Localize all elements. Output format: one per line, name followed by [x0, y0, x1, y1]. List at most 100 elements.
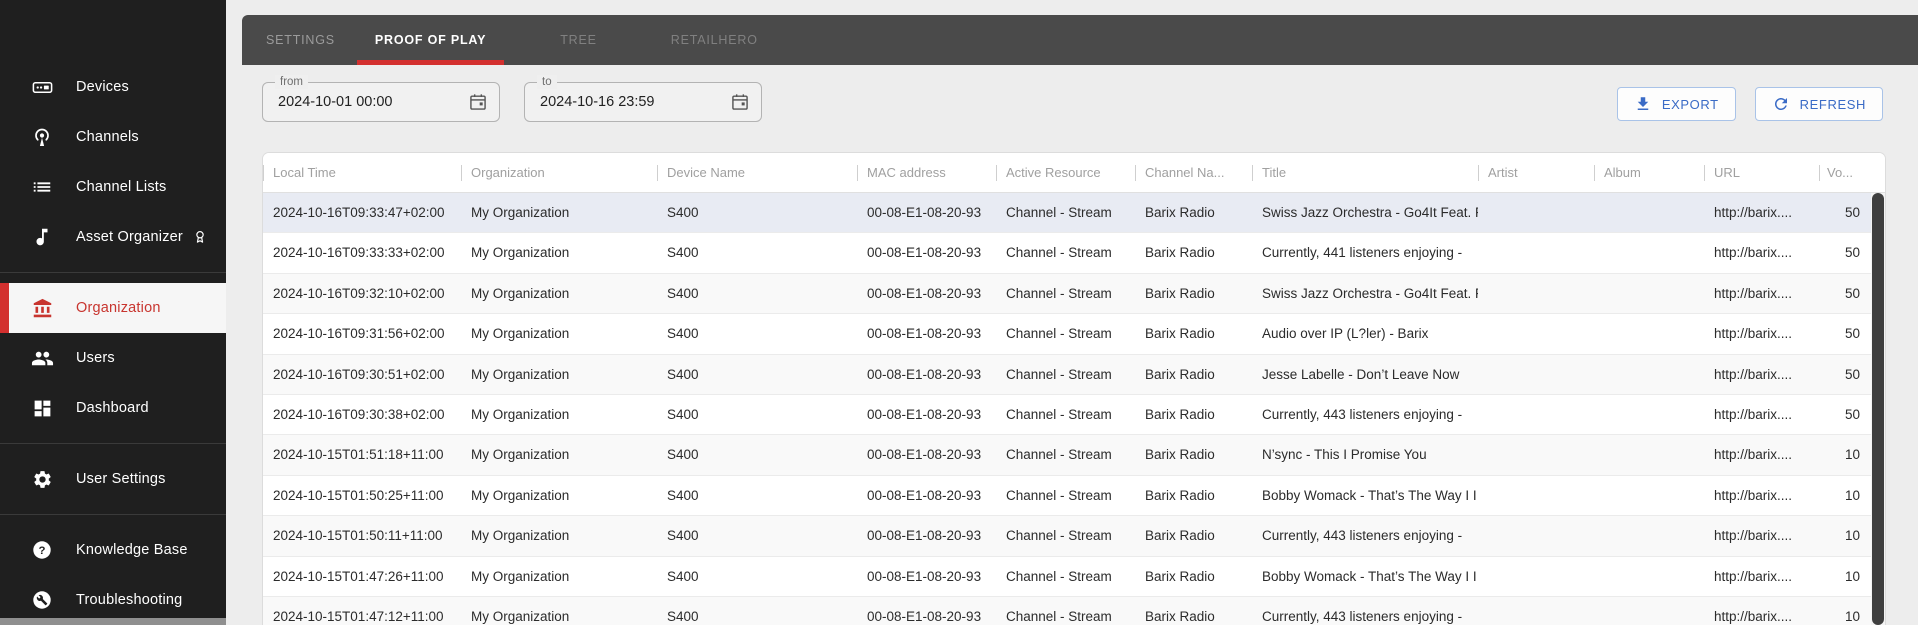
column-header[interactable]: Artist — [1478, 153, 1594, 192]
table-row[interactable]: 2024-10-15T01:50:11+11:00 My Organizatio… — [263, 516, 1871, 556]
date-from-field[interactable]: from 2024-10-01 00:00 — [262, 82, 500, 122]
cell-local-time: 2024-10-15T01:50:25+11:00 — [263, 476, 461, 515]
cell-local-time: 2024-10-16T09:32:10+02:00 — [263, 274, 461, 313]
cell-volume: 50 — [1819, 274, 1873, 313]
table-row[interactable]: 2024-10-15T01:47:26+11:00 My Organizatio… — [263, 557, 1871, 597]
date-from-label: from — [275, 75, 308, 89]
calendar-icon[interactable] — [468, 92, 488, 112]
cell-album — [1594, 516, 1704, 555]
cell-channel-name: Barix Radio — [1135, 233, 1252, 272]
cell-title: Currently, 443 listeners enjoying - — [1252, 395, 1478, 434]
table-row[interactable]: 2024-10-16T09:32:10+02:00 My Organizatio… — [263, 274, 1871, 314]
date-to-label: to — [537, 75, 557, 89]
sidebar-divider — [0, 272, 226, 273]
sidebar-item-asset-organizer[interactable]: Asset Organizer — [0, 212, 226, 262]
cell-volume: 10 — [1819, 516, 1873, 555]
cell-title: Swiss Jazz Orchestra - Go4It Feat. F — [1252, 274, 1478, 313]
cell-mac-address: 00-08-E1-08-20-93 — [857, 193, 996, 232]
table-scrollbar-thumb[interactable] — [1872, 193, 1884, 625]
sidebar-item-knowledge-base[interactable]: ? Knowledge Base — [0, 525, 226, 575]
cell-url: http://barix.... — [1704, 516, 1819, 555]
column-header[interactable]: Album — [1594, 153, 1704, 192]
cell-title: Currently, 441 listeners enjoying - — [1252, 233, 1478, 272]
cell-organization: My Organization — [461, 557, 657, 596]
table-row[interactable]: 2024-10-16T09:31:56+02:00 My Organizatio… — [263, 314, 1871, 354]
cell-volume: 50 — [1819, 314, 1873, 353]
cell-url: http://barix.... — [1704, 395, 1819, 434]
cell-active-resource: Channel - Stream — [996, 355, 1135, 394]
table-row[interactable]: 2024-10-15T01:47:12+11:00 My Organizatio… — [263, 597, 1871, 625]
table-row[interactable]: 2024-10-15T01:50:25+11:00 My Organizatio… — [263, 476, 1871, 516]
column-header[interactable]: Organization — [461, 153, 657, 192]
column-header[interactable]: Vo... — [1819, 153, 1873, 192]
tab-retailhero[interactable]: RETAILHERO — [653, 15, 776, 65]
cell-artist — [1478, 435, 1594, 474]
cell-url: http://barix.... — [1704, 314, 1819, 353]
table-row[interactable]: 2024-10-16T09:30:51+02:00 My Organizatio… — [263, 355, 1871, 395]
refresh-button[interactable]: REFRESH — [1755, 87, 1883, 121]
cell-channel-name: Barix Radio — [1135, 597, 1252, 625]
table-row[interactable]: 2024-10-16T09:33:33+02:00 My Organizatio… — [263, 233, 1871, 273]
sidebar-item-channels[interactable]: Channels — [0, 112, 226, 162]
cell-title: Currently, 443 listeners enjoying - — [1252, 516, 1478, 555]
table-row[interactable]: 2024-10-16T09:30:38+02:00 My Organizatio… — [263, 395, 1871, 435]
cell-volume: 10 — [1819, 435, 1873, 474]
wrench-circle-icon — [30, 588, 54, 612]
sidebar-item-dashboard[interactable]: Dashboard — [0, 383, 226, 433]
sidebar-item-devices[interactable]: Devices — [0, 62, 226, 112]
column-header[interactable]: Active Resource — [996, 153, 1135, 192]
column-header[interactable]: MAC address — [857, 153, 996, 192]
cell-artist — [1478, 193, 1594, 232]
date-to-value[interactable]: 2024-10-16 23:59 — [525, 94, 730, 110]
cell-artist — [1478, 355, 1594, 394]
cell-url: http://barix.... — [1704, 476, 1819, 515]
cell-artist — [1478, 597, 1594, 625]
sidebar-divider — [0, 514, 226, 515]
table-row[interactable]: 2024-10-16T09:33:47+02:00 My Organizatio… — [263, 193, 1871, 233]
toolbar-actions: EXPORT REFRESH — [1617, 87, 1883, 121]
tab-label: SETTINGS — [266, 33, 335, 47]
cell-mac-address: 00-08-E1-08-20-93 — [857, 314, 996, 353]
cell-active-resource: Channel - Stream — [996, 233, 1135, 272]
cell-local-time: 2024-10-15T01:51:18+11:00 — [263, 435, 461, 474]
calendar-icon[interactable] — [730, 92, 750, 112]
cell-active-resource: Channel - Stream — [996, 435, 1135, 474]
sidebar-item-label: Devices — [76, 79, 129, 95]
column-header[interactable]: Channel Na... — [1135, 153, 1252, 192]
cell-device-name: S400 — [657, 557, 857, 596]
cell-artist — [1478, 233, 1594, 272]
column-header[interactable]: Title — [1252, 153, 1478, 192]
tab-proof-of-play[interactable]: PROOF OF PLAY — [357, 15, 504, 65]
column-header[interactable]: Local Time — [263, 153, 461, 192]
table-row[interactable]: 2024-10-15T01:51:18+11:00 My Organizatio… — [263, 435, 1871, 475]
sidebar-item-label: Troubleshooting — [76, 592, 182, 608]
export-button[interactable]: EXPORT — [1617, 87, 1736, 121]
cell-local-time: 2024-10-16T09:33:47+02:00 — [263, 193, 461, 232]
table-header-row: Local TimeOrganizationDevice NameMAC add… — [263, 153, 1885, 193]
sidebar-item-organization[interactable]: Organization — [0, 283, 226, 333]
cell-local-time: 2024-10-15T01:50:11+11:00 — [263, 516, 461, 555]
cell-local-time: 2024-10-15T01:47:12+11:00 — [263, 597, 461, 625]
sidebar-item-label: Knowledge Base — [76, 542, 188, 558]
column-header[interactable]: Device Name — [657, 153, 857, 192]
date-from-value[interactable]: 2024-10-01 00:00 — [263, 94, 468, 110]
cell-organization: My Organization — [461, 233, 657, 272]
sidebar-item-user-settings[interactable]: User Settings — [0, 454, 226, 504]
cell-device-name: S400 — [657, 476, 857, 515]
table-scrollbar[interactable] — [1871, 193, 1885, 625]
sidebar-item-label: Channels — [76, 129, 139, 145]
cell-active-resource: Channel - Stream — [996, 314, 1135, 353]
sidebar-item-label: Channel Lists — [76, 179, 166, 195]
certificate-badge-icon — [191, 228, 209, 246]
sidebar-item-channel-lists[interactable]: Channel Lists — [0, 162, 226, 212]
tab-tree[interactable]: TREE — [542, 15, 615, 65]
cell-artist — [1478, 274, 1594, 313]
sidebar-item-users[interactable]: Users — [0, 333, 226, 383]
date-to-field[interactable]: to 2024-10-16 23:59 — [524, 82, 762, 122]
column-header[interactable]: URL — [1704, 153, 1819, 192]
sidebar-horizontal-scrollbar[interactable] — [0, 618, 226, 625]
tab-settings[interactable]: SETTINGS — [248, 15, 353, 65]
cell-channel-name: Barix Radio — [1135, 476, 1252, 515]
cell-active-resource: Channel - Stream — [996, 557, 1135, 596]
cell-device-name: S400 — [657, 193, 857, 232]
